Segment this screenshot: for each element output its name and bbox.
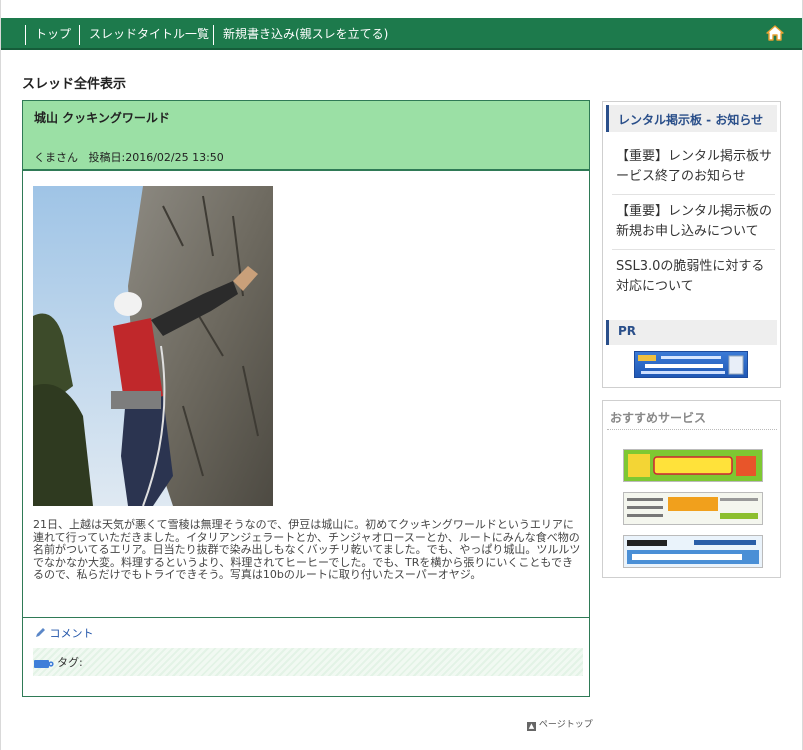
nav-item-top[interactable]: トップ xyxy=(25,25,71,45)
homepage-service-banner[interactable] xyxy=(623,535,763,568)
page-title: スレッド全件表示 xyxy=(22,77,127,92)
page-top-link[interactable]: ▲ ページトップ xyxy=(527,717,593,731)
top-nav: トップ スレッドタイトル一覧 新規書き込み(親スレを立てる) xyxy=(1,18,802,50)
divider xyxy=(607,429,777,430)
thread-title: 城山 クッキングワールド xyxy=(34,111,170,125)
tag-label: タグ: xyxy=(57,656,83,669)
thread-author: くまさん xyxy=(34,151,78,164)
thread-post: 城山 クッキングワールド くまさん 投稿日:2016/02/25 13:50 2… xyxy=(22,100,590,697)
domain-banner[interactable] xyxy=(623,492,763,525)
pr-title: PR xyxy=(618,324,637,338)
recommend-panel: おすすめサービス xyxy=(602,400,781,578)
nav-item-new-post[interactable]: 新規書き込み(親スレを立てる) xyxy=(213,25,388,45)
home-icon[interactable] xyxy=(766,25,784,41)
comment-link[interactable]: コメント xyxy=(35,625,94,641)
tag-bar: タグ: xyxy=(33,648,583,676)
nav-item-thread-list[interactable]: スレッドタイトル一覧 xyxy=(79,25,209,45)
post-body: 21日、上越は天気が悪くて雪稜は無理そうなので、伊豆は城山に。初めてクッキングワ… xyxy=(33,518,581,582)
notice-item-2[interactable]: 【重要】レンタル掲示板の新規お申し込みについて xyxy=(616,202,776,242)
pencil-icon xyxy=(36,628,45,637)
pr-banner[interactable] xyxy=(634,351,748,378)
notice-item-3[interactable]: SSL3.0の脆弱性に対する対応について xyxy=(616,257,776,297)
arrow-up-icon: ▲ xyxy=(527,722,536,731)
thread-meta: くまさん 投稿日:2016/02/25 13:50 xyxy=(34,149,224,165)
notice-title: レンタル掲示板 - お知らせ xyxy=(618,113,764,127)
post-photo xyxy=(33,186,273,506)
notice-item-1[interactable]: 【重要】レンタル掲示板サービス終了のお知らせ xyxy=(616,147,776,187)
divider xyxy=(612,249,775,250)
divider xyxy=(612,194,775,195)
recommend-title: おすすめサービス xyxy=(610,411,707,425)
interpot-banner[interactable] xyxy=(623,449,763,482)
notice-panel: レンタル掲示板 - お知らせ 【重要】レンタル掲示板サービス終了のお知らせ 【重… xyxy=(602,101,781,388)
divider xyxy=(23,617,589,618)
pr-header: PR xyxy=(606,320,777,345)
thread-header: 城山 クッキングワールド くまさん 投稿日:2016/02/25 13:50 xyxy=(23,101,589,171)
thread-posted-date: 投稿日:2016/02/25 13:50 xyxy=(88,151,224,164)
comment-link-label: コメント xyxy=(49,627,94,640)
notice-header: レンタル掲示板 - お知らせ xyxy=(606,105,777,132)
page-top-label: ページトップ xyxy=(538,720,593,730)
tag-icon xyxy=(34,660,54,668)
